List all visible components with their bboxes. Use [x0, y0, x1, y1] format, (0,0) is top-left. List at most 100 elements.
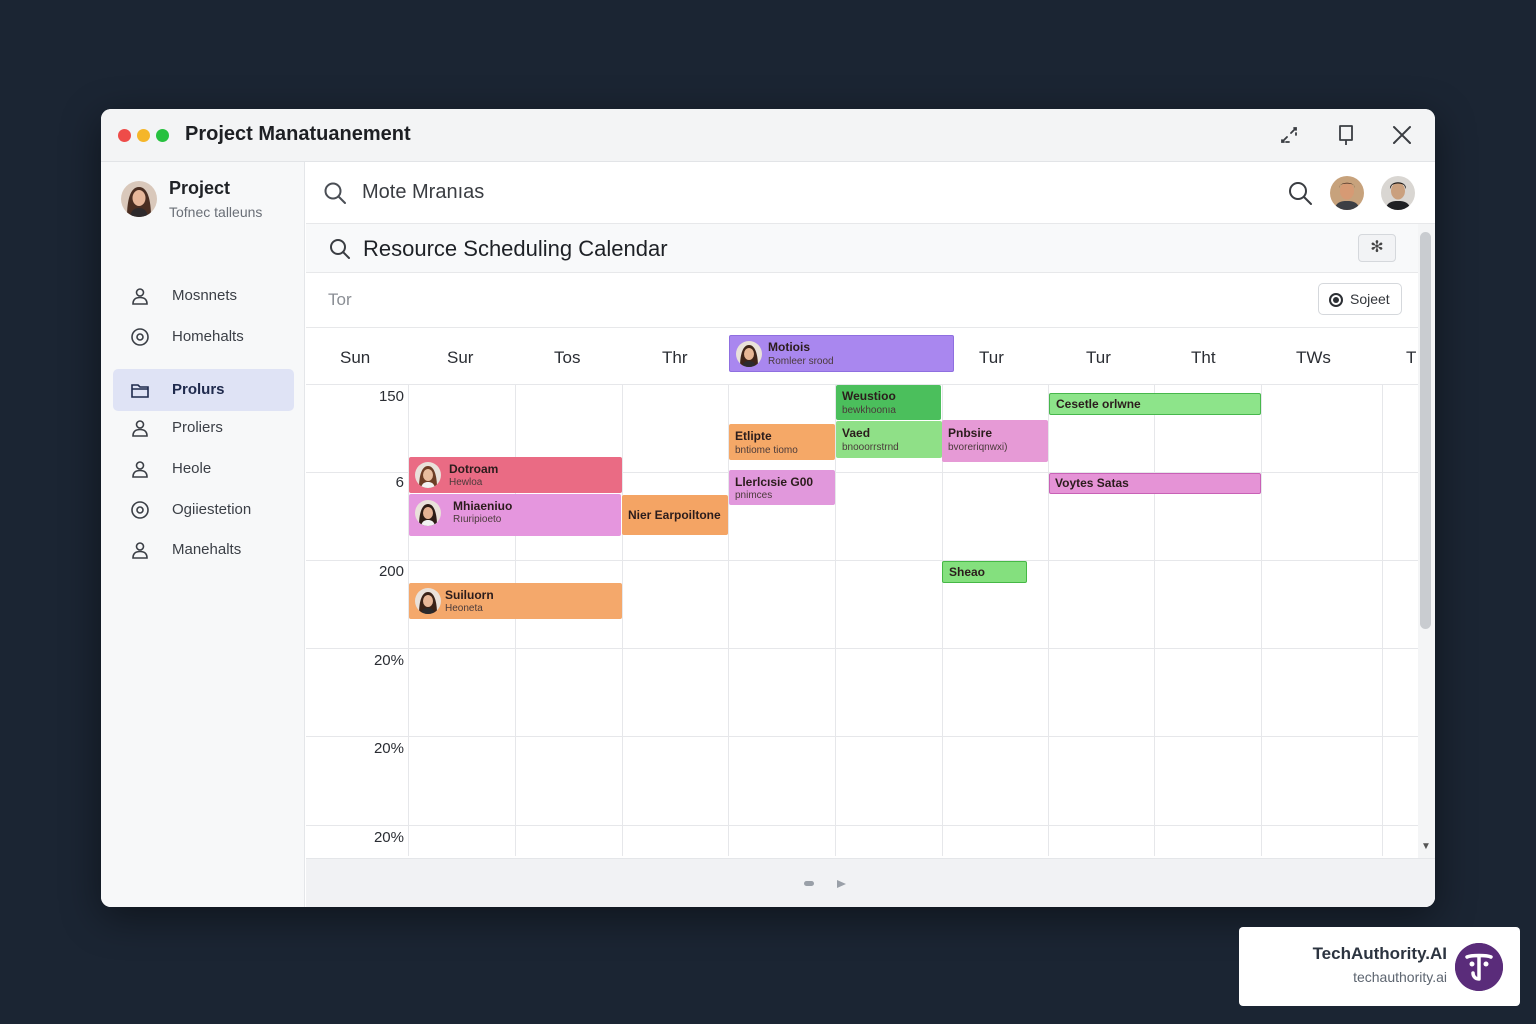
user-icon: [130, 540, 150, 560]
profile-title: Project: [169, 178, 231, 198]
page-title: Resource Scheduling Calendar: [363, 236, 668, 261]
event-card[interactable]: Dotroam Hewloa: [409, 457, 622, 493]
main-panel: Mote Mranıas Resource Scheduling Calenda…: [306, 162, 1435, 907]
maximize-dot-button[interactable]: [156, 129, 169, 142]
bookmark-icon[interactable]: [1332, 121, 1360, 149]
search-button-icon[interactable]: [1286, 179, 1314, 207]
user-icon: [130, 286, 150, 306]
sidebar-item-proliers[interactable]: Proliers: [113, 407, 294, 449]
sidebar-item-homehalts[interactable]: Homehalts: [113, 316, 294, 358]
sidebar-item-heole[interactable]: Heole: [113, 448, 294, 490]
sidebar-item-ogiiestetion[interactable]: Ogiiestetion: [113, 489, 294, 531]
grid-line: [1048, 385, 1049, 856]
day-header[interactable]: Thr: [662, 348, 688, 368]
filter-input[interactable]: Tor: [328, 290, 352, 310]
day-header[interactable]: Tur: [1086, 348, 1111, 368]
title-bar: Project Manatuanement: [101, 109, 1435, 162]
event-title: Llerlcısie G00: [735, 475, 814, 489]
grid-line: [306, 560, 1418, 561]
event-subtitle: bewkhoonıa: [842, 405, 896, 416]
circle-target-icon: [130, 327, 150, 347]
event-subtitle: bvoreriqnwxi): [948, 442, 1008, 453]
asterisk-button[interactable]: ✻: [1358, 234, 1396, 262]
event-card[interactable]: Suiluorn Heoneta: [409, 583, 622, 619]
footer-bar: [306, 858, 1435, 907]
grid-line: [408, 385, 409, 856]
window-title: Project Manatuanement: [185, 123, 411, 145]
scrollbar-thumb[interactable]: [1420, 232, 1431, 629]
event-subtitle: Hewloa: [449, 477, 483, 488]
avatar[interactable]: [1330, 176, 1364, 210]
sidebar-item-label: Manehalts: [172, 541, 242, 558]
avatar[interactable]: [1381, 176, 1415, 210]
event-title: Voytes Satas: [1055, 476, 1129, 490]
grid-line: [1261, 385, 1262, 856]
sidebar-item-label: Homehalts: [172, 328, 244, 345]
sidebar-item-label: Proliers: [172, 419, 223, 436]
day-header[interactable]: Tht: [1191, 348, 1216, 368]
sidebar-item-label: Ogiiestetion: [172, 501, 252, 518]
search-input[interactable]: Mote Mranıas: [362, 181, 484, 204]
event-avatar: [415, 588, 441, 614]
event-title: Etlipte: [735, 429, 772, 443]
event-card[interactable]: Cesetle orlwne: [1049, 393, 1261, 415]
day-header[interactable]: T: [1406, 348, 1416, 368]
day-header[interactable]: Tur: [979, 348, 1004, 368]
select-label: Sojeet: [1350, 291, 1390, 307]
row-label: 150: [378, 388, 404, 405]
event-title: Mhiaeniuo: [453, 499, 513, 513]
brand-url: techauthority.ai: [1353, 969, 1447, 985]
row-label: 20%: [373, 829, 404, 846]
sidebar-item-label: Mosnnets: [172, 287, 238, 304]
event-title: Cesetle orlwne: [1056, 397, 1141, 411]
event-title: Dotroam: [449, 462, 499, 476]
event-card[interactable]: Motiois Romleer srood: [729, 335, 954, 372]
event-subtitle: pnimces: [735, 490, 773, 501]
close-dot-button[interactable]: [118, 129, 131, 142]
sidebar: Project Tofnec talleuns Mosnnets Homehal…: [101, 162, 305, 907]
profile-avatar[interactable]: [121, 181, 157, 217]
event-title: Nier Earpoiltone: [628, 508, 721, 522]
day-header[interactable]: Tos: [554, 348, 580, 368]
event-title: Vaed: [842, 426, 871, 440]
app-window: Project Manatuanement Project Tofnec tal…: [101, 109, 1435, 907]
search-icon: [322, 180, 348, 206]
event-subtitle: Heoneta: [445, 603, 483, 614]
grid-line: [622, 385, 623, 856]
brand-card[interactable]: TechAuthority.AI techauthority.ai: [1239, 927, 1520, 1006]
pager-next-icon[interactable]: [837, 880, 846, 888]
event-card[interactable]: Sheao: [942, 561, 1027, 583]
row-label: 20%: [373, 740, 404, 757]
grid-line: [306, 648, 1418, 649]
filter-row: Tor Sojeet: [306, 273, 1418, 328]
day-header[interactable]: Sur: [447, 348, 473, 368]
event-card[interactable]: Llerlcısie G00 pnimces: [729, 470, 835, 505]
scroll-down-icon[interactable]: ▼: [1420, 842, 1432, 852]
pager-dot[interactable]: [804, 881, 814, 886]
select-button[interactable]: Sojeet: [1318, 283, 1402, 315]
radio-icon: [1329, 293, 1343, 307]
minimize-dot-button[interactable]: [137, 129, 150, 142]
sidebar-item-prolurs[interactable]: Prolurs: [113, 369, 294, 411]
row-label: 200: [378, 563, 404, 580]
event-card[interactable]: Etlipte bntiome tiomo: [729, 424, 835, 460]
user-icon: [130, 418, 150, 438]
day-header[interactable]: TWs: [1296, 348, 1331, 368]
sidebar-item-mosnnets[interactable]: Mosnnets: [113, 275, 294, 317]
profile-subtitle: Tofnec talleuns: [169, 204, 263, 220]
row-label: 6: [395, 474, 404, 491]
event-card[interactable]: Vaed bnooorrstrnd: [836, 421, 942, 458]
day-header[interactable]: Sun: [340, 348, 370, 368]
event-avatar: [736, 341, 762, 367]
expand-icon[interactable]: [1275, 121, 1303, 149]
event-card[interactable]: Mhiaeniuo Rıuripioeto: [409, 494, 621, 536]
search-icon[interactable]: [328, 237, 352, 261]
event-card[interactable]: Pnbsire bvoreriqnwxi): [942, 420, 1048, 462]
sidebar-item-manehalts[interactable]: Manehalts: [113, 529, 294, 571]
event-card[interactable]: Weustioo bewkhoonıa: [836, 385, 941, 420]
grid-line: [1154, 385, 1155, 856]
event-card[interactable]: Voytes Satas: [1049, 473, 1261, 494]
event-card[interactable]: Nier Earpoiltone: [622, 495, 728, 535]
close-icon[interactable]: [1388, 121, 1416, 149]
event-title: Pnbsire: [948, 426, 993, 440]
